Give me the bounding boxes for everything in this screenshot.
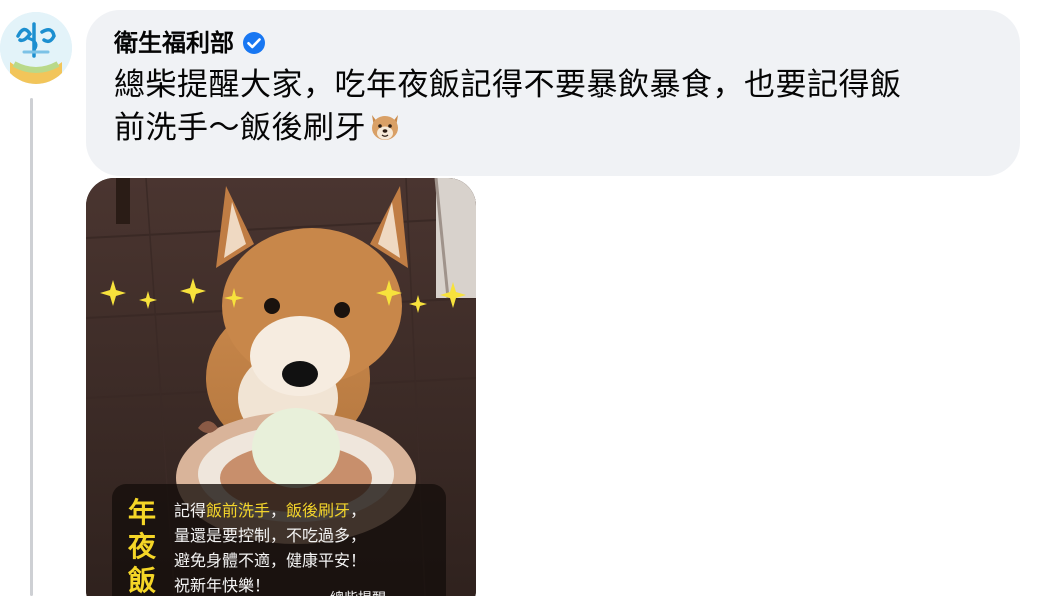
thread-line	[30, 98, 33, 596]
mohw-logo-icon	[0, 12, 72, 84]
caption-highlight-brush: 飯後刷牙	[286, 501, 351, 520]
caption-signature: 總柴提醒	[330, 588, 386, 596]
caption-line-1: 記得飯前洗手，飯後刷牙，	[174, 498, 444, 523]
dog-face-emoji-icon	[368, 109, 402, 143]
comment-line-2: 前洗手～飯後刷牙	[114, 107, 994, 150]
comment-line-1: 總柴提醒大家，吃年夜飯記得不要暴飲暴食，也要記得飯	[114, 67, 902, 103]
photo-caption: 年 夜 飯 記得飯前洗手，飯後刷牙， 量還是要控制，不吃過多， 避免身體不適，健…	[112, 484, 446, 596]
author-name[interactable]: 衛生福利部	[114, 26, 234, 60]
caption-line-4: 祝新年快樂！	[174, 576, 271, 595]
caption-lines: 記得飯前洗手，飯後刷牙， 量還是要控制，不吃過多， 避免身體不適，健康平安！ 祝…	[174, 498, 444, 596]
comment-thread: 衛生福利部 總柴提醒大家，吃年夜飯記得不要暴飲暴食，也要記得飯 前洗手～飯後刷牙	[0, 0, 1060, 596]
caption-line-3: 避免身體不適，健康平安！	[174, 551, 367, 570]
caption-title-char: 夜	[127, 530, 156, 563]
attached-photo[interactable]: 年 夜 飯 記得飯前洗手，飯後刷牙， 量還是要控制，不吃過多， 避免身體不適，健…	[86, 178, 476, 596]
caption-highlight-handwash: 飯前洗手	[206, 501, 271, 520]
caption-title: 年 夜 飯	[124, 496, 160, 596]
comment-line-2-text: 前洗手～飯後刷牙	[114, 110, 366, 146]
verified-badge-icon	[242, 31, 266, 55]
caption-line-1-pre: 記得	[174, 501, 207, 520]
comment-bubble: 衛生福利部 總柴提醒大家，吃年夜飯記得不要暴飲暴食，也要記得飯 前洗手～飯後刷牙	[86, 10, 1020, 176]
caption-line-1-sep: ，	[270, 501, 287, 520]
avatar[interactable]	[0, 12, 72, 84]
caption-title-char: 年	[127, 496, 156, 529]
caption-title-char: 飯	[127, 564, 156, 596]
caption-line-1-post: ，	[350, 501, 367, 520]
author-row: 衛生福利部	[114, 26, 992, 60]
comment-text: 總柴提醒大家，吃年夜飯記得不要暴飲暴食，也要記得飯 前洗手～飯後刷牙	[114, 64, 994, 150]
caption-line-2: 量還是要控制，不吃過多，	[174, 526, 367, 545]
